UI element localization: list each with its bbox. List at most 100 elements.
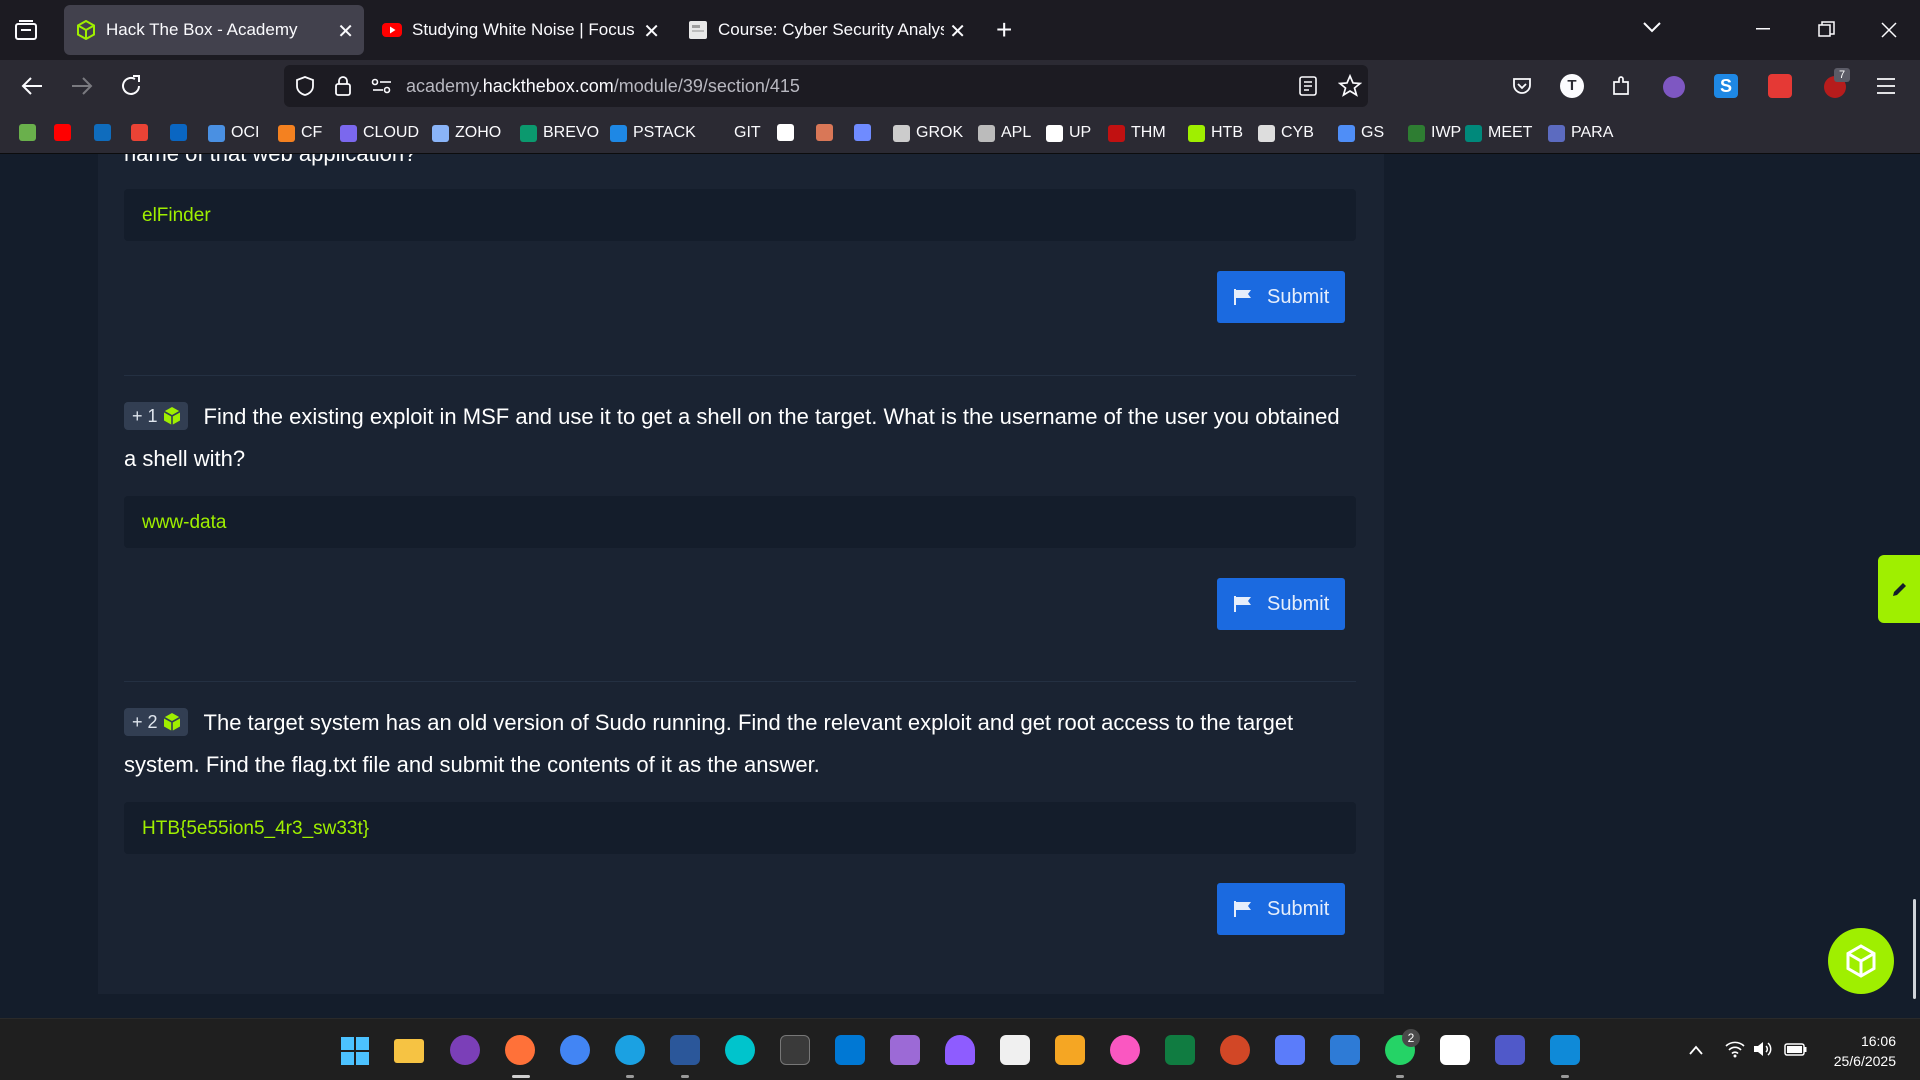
- extension-purple-icon[interactable]: [1663, 76, 1685, 98]
- firefox-icon[interactable]: [505, 1035, 535, 1065]
- system-clock[interactable]: 16:06 25/6/2025: [1834, 1031, 1896, 1071]
- app-obsidian-icon[interactable]: [945, 1035, 975, 1065]
- bookmark-item[interactable]: [19, 124, 42, 141]
- tab-hack-the-box[interactable]: Hack The Box - Academy ✕: [64, 5, 364, 55]
- submit-button[interactable]: Submit: [1217, 271, 1345, 323]
- word-icon[interactable]: [670, 1035, 700, 1065]
- close-tab-icon[interactable]: ✕: [949, 19, 966, 44]
- bookmark-item-apl[interactable]: APL: [978, 124, 1031, 142]
- close-tab-icon[interactable]: ✕: [643, 19, 660, 44]
- extension-red-icon[interactable]: [1768, 74, 1792, 98]
- battery-icon[interactable]: [1784, 1041, 1808, 1057]
- answer-field[interactable]: elFinder: [124, 189, 1356, 241]
- reader-view-icon[interactable]: [1298, 75, 1318, 97]
- restore-icon[interactable]: [1818, 21, 1836, 39]
- bookmark-item-meet[interactable]: MEET: [1465, 124, 1532, 142]
- bookmark-item[interactable]: [54, 124, 77, 141]
- extensions-puzzle-icon[interactable]: [1610, 74, 1632, 98]
- bookmark-item-thm[interactable]: THM: [1108, 124, 1166, 142]
- divider: [124, 681, 1356, 682]
- todo-icon[interactable]: [1055, 1035, 1085, 1065]
- questions-card: [98, 154, 1384, 994]
- bookmark-item-cloud[interactable]: CLOUD: [340, 124, 419, 142]
- terminal-icon[interactable]: [780, 1035, 810, 1065]
- windows-start-icon[interactable]: [340, 1036, 370, 1066]
- firefox-view-icon[interactable]: [14, 19, 38, 41]
- submit-button[interactable]: Submit: [1217, 883, 1345, 935]
- bookmark-item-pstack[interactable]: PSTACK: [610, 124, 696, 142]
- vpn-icon[interactable]: [1275, 1035, 1305, 1065]
- new-tab-icon[interactable]: +: [996, 14, 1012, 46]
- bookmark-item-gs[interactable]: GS: [1338, 124, 1384, 142]
- notepad-icon[interactable]: [1330, 1035, 1360, 1065]
- submit-button[interactable]: Submit: [1217, 578, 1345, 630]
- pocket-icon[interactable]: [1511, 75, 1533, 97]
- permissions-icon[interactable]: [371, 77, 393, 95]
- powerpoint-icon[interactable]: [1220, 1035, 1250, 1065]
- bookmark-item[interactable]: [854, 124, 877, 141]
- answer-field[interactable]: HTB{5e55ion5_4r3_sw33t}: [124, 802, 1356, 854]
- app-purple-icon[interactable]: [890, 1035, 920, 1065]
- forward-icon[interactable]: [70, 75, 94, 97]
- htb-assistant-button[interactable]: [1828, 928, 1894, 994]
- file-explorer-icon[interactable]: [394, 1039, 424, 1063]
- bookmark-item-para[interactable]: PARA: [1548, 124, 1613, 142]
- wifi-icon[interactable]: [1724, 1040, 1746, 1058]
- bookmark-item[interactable]: [777, 124, 800, 141]
- bookmark-item-brevo[interactable]: BREVO: [520, 124, 599, 142]
- bookmarks-toolbar: OCI CF CLOUD ZOHO BREVO PSTACK GIT GROK APL UP THM…: [0, 112, 1920, 154]
- bookmark-item-zoho[interactable]: ZOHO: [432, 124, 501, 142]
- address-bar[interactable]: academy.hackthebox.com/module/39/section…: [284, 65, 1368, 107]
- itunes-icon[interactable]: [1110, 1035, 1140, 1065]
- teams-icon[interactable]: [1495, 1035, 1525, 1065]
- minimize-icon[interactable]: [1756, 28, 1772, 32]
- chrome-icon[interactable]: [560, 1035, 590, 1065]
- tab-cyber-security-course[interactable]: Course: Cyber Security Analyst - ✕: [676, 5, 976, 55]
- bookmark-item[interactable]: [170, 124, 193, 141]
- tab-white-noise[interactable]: Studying White Noise | Focus on ✕: [370, 5, 670, 55]
- edge-icon[interactable]: [615, 1035, 645, 1065]
- url-text[interactable]: academy.hackthebox.com/module/39/section…: [406, 76, 800, 97]
- submit-label: Submit: [1267, 592, 1330, 615]
- lock-icon[interactable]: [333, 74, 353, 98]
- bookmark-item-cyb[interactable]: CYB: [1258, 124, 1314, 142]
- close-tab-icon[interactable]: ✕: [337, 19, 354, 44]
- bookmark-item[interactable]: [816, 124, 839, 141]
- canva-icon[interactable]: [725, 1035, 755, 1065]
- capcut-icon[interactable]: [1440, 1035, 1470, 1065]
- close-window-icon[interactable]: [1880, 21, 1898, 39]
- bookmark-item-iwp[interactable]: IWP: [1408, 124, 1461, 142]
- bookmark-item-git[interactable]: GIT: [734, 124, 761, 142]
- bookmark-item[interactable]: [131, 124, 154, 141]
- excel-icon[interactable]: [1165, 1035, 1195, 1065]
- vscode-icon[interactable]: [835, 1035, 865, 1065]
- extension-s-icon[interactable]: S: [1714, 74, 1738, 98]
- bookmark-item-grok[interactable]: GROK: [893, 124, 963, 142]
- bookmark-star-icon[interactable]: [1338, 74, 1362, 98]
- flag-icon: [1234, 901, 1251, 917]
- back-icon[interactable]: [20, 75, 44, 97]
- account-avatar[interactable]: T: [1560, 74, 1584, 98]
- microsoft-store-icon[interactable]: [1000, 1035, 1030, 1065]
- page-scrollbar[interactable]: [1913, 899, 1916, 999]
- menu-icon[interactable]: [1876, 77, 1896, 95]
- bookmark-item-up[interactable]: UP: [1046, 124, 1091, 142]
- remote-desktop-icon[interactable]: [1550, 1035, 1580, 1065]
- bookmark-label: BREVO: [543, 124, 600, 141]
- app-mask-icon[interactable]: [450, 1035, 480, 1065]
- chevron-up-icon[interactable]: [1688, 1044, 1704, 1056]
- bookmark-item-cf[interactable]: CF: [278, 124, 322, 142]
- bookmark-item-htb[interactable]: HTB: [1188, 124, 1243, 142]
- edit-notes-button[interactable]: [1878, 555, 1920, 623]
- answer-field[interactable]: www-data: [124, 496, 1356, 548]
- bookmark-label: APL: [1001, 124, 1032, 141]
- volume-icon[interactable]: [1752, 1040, 1774, 1058]
- bookmark-item[interactable]: [94, 124, 117, 141]
- reload-icon[interactable]: [119, 74, 143, 98]
- bookmark-label: CF: [301, 124, 323, 141]
- chevron-down-icon[interactable]: [1642, 20, 1662, 34]
- question-text-cut: name of that web application?: [124, 154, 416, 167]
- tracking-shield-icon[interactable]: [294, 75, 316, 97]
- bookmark-item-oci[interactable]: OCI: [208, 124, 259, 142]
- claude-icon: [816, 124, 833, 141]
